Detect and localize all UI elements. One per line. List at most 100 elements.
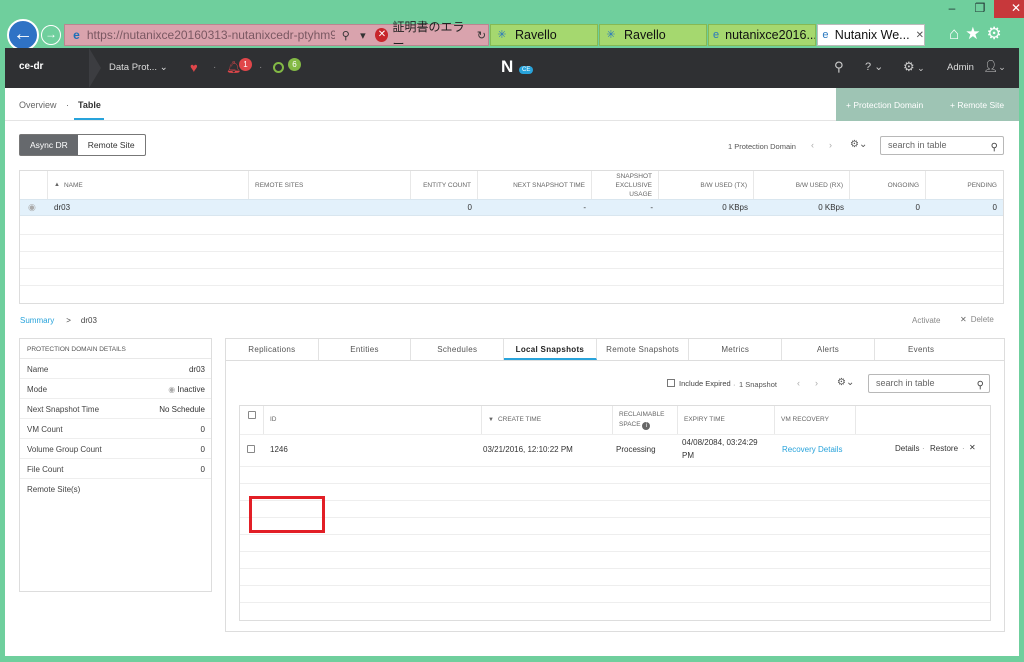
table-header-remote-sites[interactable]: REMOTE SITES — [249, 171, 411, 199]
select-all-checkbox[interactable] — [248, 411, 256, 419]
tasks-count-badge[interactable]: 6 — [288, 58, 301, 71]
table-row[interactable]: ◉ dr03 0 - - 0 KBps 0 KBps 0 0 — [20, 199, 1003, 216]
pd-name-cell[interactable]: dr03 — [54, 203, 70, 212]
table-header-pending[interactable]: PENDING — [926, 171, 1003, 199]
table-header-bw-tx[interactable]: B/W USED (TX) — [659, 171, 754, 199]
prev-page-icon[interactable]: ‹ — [797, 378, 800, 388]
table-link[interactable]: Table — [78, 100, 101, 110]
tab-remote-snapshots[interactable]: Remote Snapshots — [597, 339, 690, 360]
delete-snapshot-close-icon[interactable]: ✕ — [969, 443, 976, 452]
table-header-ongoing[interactable]: ONGOING — [850, 171, 926, 199]
gear-icon[interactable]: ⚙ ⌄ — [903, 59, 925, 75]
close-window-button[interactable]: ✕ — [994, 0, 1024, 18]
address-url[interactable]: https://nutanixce20160313-nutanixcedr-pt… — [87, 28, 335, 42]
table-header-next-snapshot[interactable]: NEXT SNAPSHOT TIME — [478, 171, 592, 199]
cert-error-label[interactable]: 証明書のエラー — [392, 18, 470, 52]
tab-close-icon[interactable]: ✕ — [916, 30, 924, 41]
checkbox[interactable] — [667, 379, 675, 387]
help-icon[interactable]: ? ⌄ — [865, 60, 883, 73]
tab-schedules[interactable]: Schedules — [411, 339, 505, 360]
tab-replications[interactable]: Replications — [226, 339, 319, 360]
expiry-time-line2: PM — [682, 451, 694, 460]
overview-link[interactable]: Overview — [19, 100, 57, 110]
dropdown-icon[interactable]: ▾ — [356, 29, 369, 42]
table-settings-gear-icon[interactable]: ⚙⌄ — [837, 377, 854, 388]
tab-alerts[interactable]: Alerts — [782, 339, 875, 360]
next-page-icon[interactable]: › — [815, 378, 818, 388]
empty-row — [240, 585, 990, 586]
snapshot-id-cell: 1246 — [270, 445, 288, 454]
empty-row — [240, 483, 990, 484]
table-header-id[interactable]: ID — [264, 406, 482, 434]
table-header-reclaimable-space[interactable]: RECLAIMABLE SPACE i — [613, 406, 678, 434]
async-dr-toggle[interactable]: Async DR — [20, 135, 78, 155]
next-page-icon[interactable]: › — [829, 140, 832, 150]
protection-domain-details: PROTECTION DOMAIN DETAILS Name dr03 Mode ◉… — [19, 338, 212, 592]
search-icon[interactable]: ⚲ — [339, 29, 352, 42]
add-protection-domain-button[interactable]: + Protection Domain — [846, 100, 923, 110]
info-icon[interactable]: i — [642, 422, 651, 430]
user-icon[interactable]: 👤︎⌄ — [983, 59, 1006, 73]
table-row[interactable]: 1246 03/21/2016, 12:10:22 PM Processing … — [240, 435, 990, 466]
delete-button[interactable]: ✕ Delete — [960, 315, 994, 324]
separator-dot: · — [922, 444, 925, 453]
summary-link[interactable]: Summary — [20, 316, 54, 325]
tab-events[interactable]: Events — [875, 339, 968, 360]
remote-site-toggle[interactable]: Remote Site — [78, 135, 145, 155]
restore-button[interactable]: ❐ — [966, 0, 994, 18]
forward-button[interactable]: → — [41, 25, 61, 45]
pd-pending-cell: 0 — [992, 203, 997, 212]
create-time-cell: 03/21/2016, 12:10:22 PM — [483, 445, 573, 454]
table-header-entity-count[interactable]: ENTITY COUNT — [411, 171, 478, 199]
tab-local-snapshots[interactable]: Local Snapshots — [504, 339, 597, 360]
snapshot-details-link[interactable]: Details — [895, 444, 919, 453]
minimize-button[interactable]: – — [938, 0, 966, 18]
browser-tab-ravello-2[interactable]: ✳ Ravello — [599, 24, 707, 46]
snapshot-search-input[interactable]: search in table ⚲ — [868, 374, 990, 393]
browser-tab-nutanixce[interactable]: e nutanixce2016... — [708, 24, 816, 46]
table-header-expiry-time[interactable]: EXPIRY TIME — [678, 406, 775, 434]
browser-tab-nutanix-web[interactable]: e Nutanix We... ✕ — [817, 24, 925, 46]
browser-tab-ravello-1[interactable]: ✳ Ravello — [490, 24, 598, 46]
refresh-icon[interactable]: ↻ — [475, 29, 488, 42]
section-dropdown[interactable]: Data Prot... ⌄ — [109, 62, 168, 73]
cluster-name[interactable]: ce-dr — [19, 61, 43, 72]
table-header-bw-rx[interactable]: B/W USED (RX) — [754, 171, 850, 199]
ravello-icon: ✳ — [497, 29, 507, 41]
table-header-vm-recovery[interactable]: VM RECOVERY — [775, 406, 856, 434]
tab-metrics[interactable]: Metrics — [689, 339, 783, 360]
home-icon[interactable]: ⌂ — [949, 24, 959, 44]
address-bar[interactable]: e https://nutanixce20160313-nutanixcedr-… — [64, 20, 489, 51]
row-checkbox[interactable] — [247, 445, 255, 453]
table-header-name[interactable]: ▲ NAME — [48, 171, 249, 199]
tasks-ring-icon[interactable] — [273, 62, 284, 73]
ravello-icon: ✳ — [606, 29, 616, 41]
cert-error-icon[interactable]: ✕ — [375, 28, 389, 42]
detail-row-name: Name dr03 — [20, 359, 211, 379]
include-expired-checkbox[interactable]: Include Expired — [667, 379, 731, 388]
settings-gear-icon[interactable]: ⚙ — [987, 24, 1002, 44]
search-icon[interactable]: ⚲ — [834, 59, 844, 75]
sort-down-icon: ▼ — [488, 417, 494, 423]
detail-row-remote-sites: Remote Site(s) — [27, 485, 81, 494]
table-settings-gear-icon[interactable]: ⚙⌄ — [850, 139, 867, 150]
window-controls: – ❐ ✕ — [938, 0, 1024, 18]
table-header-exclusive-usage[interactable]: SNAPSHOT EXCLUSIVE USAGE — [592, 171, 659, 199]
tab-entities[interactable]: Entities — [319, 339, 412, 360]
back-button[interactable]: ← — [7, 19, 39, 51]
pd-search-input[interactable]: search in table ⚲ — [880, 136, 1004, 155]
alerts-count-badge[interactable]: 1 — [239, 58, 252, 71]
recovery-details-link[interactable]: Recovery Details — [782, 445, 842, 454]
activate-button[interactable]: Activate — [912, 316, 940, 325]
admin-user-label[interactable]: Admin — [947, 62, 974, 73]
nutanix-logo[interactable]: N — [501, 57, 513, 77]
health-heart-icon[interactable]: ♥ — [190, 60, 198, 75]
add-remote-site-button[interactable]: + Remote Site — [950, 100, 1004, 110]
detail-row-volume-group-count: Volume Group Count 0 — [20, 439, 211, 459]
favorites-star-icon[interactable]: ★ — [965, 24, 980, 44]
table-header-create-time[interactable]: ▼ CREATE TIME — [482, 406, 613, 434]
detail-tabs-panel: Replications Entities Schedules Local Sn… — [225, 338, 1005, 632]
prev-page-icon[interactable]: ‹ — [811, 140, 814, 150]
empty-row — [240, 517, 990, 518]
restore-link[interactable]: Restore — [930, 444, 958, 453]
